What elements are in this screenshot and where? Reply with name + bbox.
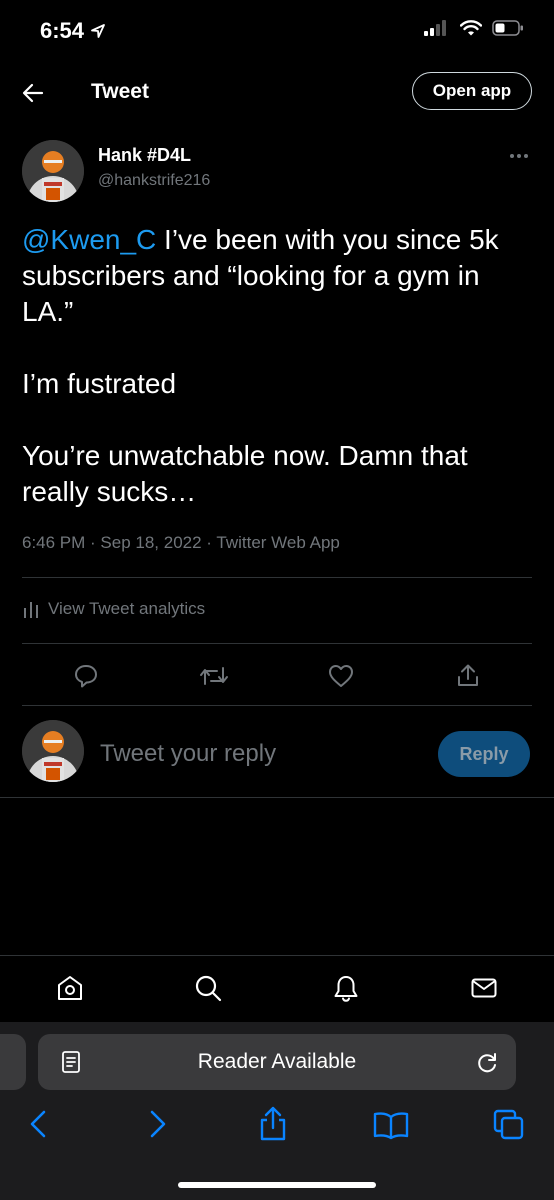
mail-icon	[471, 978, 497, 998]
mention-link[interactable]: @Kwen_C	[22, 224, 156, 255]
status-bar-time: 6:54	[40, 18, 106, 44]
tweet-paragraph: You’re unwatchable now. Damn that really…	[22, 440, 468, 507]
divider	[0, 955, 554, 956]
cellular-signal-icon	[424, 20, 446, 36]
tweet-paragraph: I’m fustrated	[22, 368, 177, 399]
safari-share-button[interactable]	[257, 1104, 289, 1142]
more-dot-icon	[510, 154, 514, 158]
status-icons	[424, 20, 524, 36]
divider	[22, 705, 532, 706]
address-bar-label: Reader Available	[197, 1050, 357, 1073]
reply-action-button[interactable]	[66, 656, 106, 696]
chevron-right-icon	[150, 1110, 166, 1138]
tweet-date[interactable]: Sep 18, 2022	[100, 533, 201, 552]
divider	[22, 577, 532, 578]
divider	[22, 643, 532, 644]
back-button[interactable]	[20, 80, 50, 106]
analytics-icon	[24, 602, 38, 618]
share-icon	[260, 1106, 286, 1141]
more-dot-icon	[517, 154, 521, 158]
nav-messages-button[interactable]	[464, 968, 504, 1008]
tweet-meta: 6:46 PM · Sep 18, 2022 · Twitter Web App	[22, 533, 340, 553]
reply-button[interactable]: Reply	[438, 731, 530, 777]
safari-bookmarks-button[interactable]	[372, 1110, 410, 1140]
heart-icon	[329, 665, 353, 687]
tweet-paragraph: @Kwen_C I’ve been with you since 5k subs…	[22, 222, 532, 330]
retweet-icon	[200, 667, 228, 685]
avatar-image	[22, 720, 84, 782]
nav-notifications-button[interactable]	[326, 968, 366, 1008]
reload-button[interactable]	[474, 1050, 500, 1076]
more-dot-icon	[524, 154, 528, 158]
wifi-icon	[460, 20, 482, 36]
battery-icon	[492, 20, 523, 36]
retweet-action-button[interactable]	[194, 656, 234, 696]
reply-input[interactable]: Tweet your reply	[100, 740, 276, 768]
arrow-left-icon	[22, 83, 44, 103]
tabs-icon	[493, 1109, 524, 1140]
avatar	[22, 720, 84, 782]
search-icon	[195, 975, 222, 1002]
share-icon	[458, 664, 478, 686]
divider	[0, 797, 554, 798]
nav-search-button[interactable]	[188, 968, 228, 1008]
chevron-left-icon	[30, 1110, 46, 1138]
safari-tabs-button[interactable]	[492, 1108, 526, 1142]
view-analytics-link[interactable]: View Tweet analytics	[22, 599, 205, 619]
avatar[interactable]	[22, 140, 84, 202]
tweet-time[interactable]: 6:46 PM	[22, 533, 85, 552]
reload-icon	[478, 1053, 496, 1073]
page-title: Tweet	[91, 80, 149, 103]
author-handle[interactable]: @hankstrife216	[98, 172, 210, 190]
like-action-button[interactable]	[321, 656, 361, 696]
more-options-button[interactable]	[510, 154, 528, 158]
bell-icon	[334, 976, 358, 1002]
tweet-text: @Kwen_C I’ve been with you since 5k subs…	[22, 222, 532, 510]
meta-separator: ·	[85, 533, 101, 552]
book-icon	[373, 1112, 409, 1140]
home-indicator	[178, 1182, 376, 1188]
location-arrow-icon	[91, 24, 105, 38]
author-name[interactable]: Hank #D4L	[98, 145, 191, 166]
safari-back-button[interactable]	[26, 1108, 52, 1140]
open-app-button[interactable]: Open app	[412, 72, 532, 110]
safari-forward-button[interactable]	[144, 1108, 170, 1140]
nav-home-button[interactable]	[50, 968, 90, 1008]
comment-icon	[75, 665, 97, 688]
status-time-text: 6:54	[40, 18, 85, 43]
meta-separator: ·	[201, 533, 217, 552]
analytics-label: View Tweet analytics	[48, 599, 206, 618]
share-action-button[interactable]	[448, 656, 488, 696]
home-icon	[58, 976, 82, 1000]
tweet-source: Twitter Web App	[216, 533, 340, 552]
avatar-image	[22, 140, 84, 202]
